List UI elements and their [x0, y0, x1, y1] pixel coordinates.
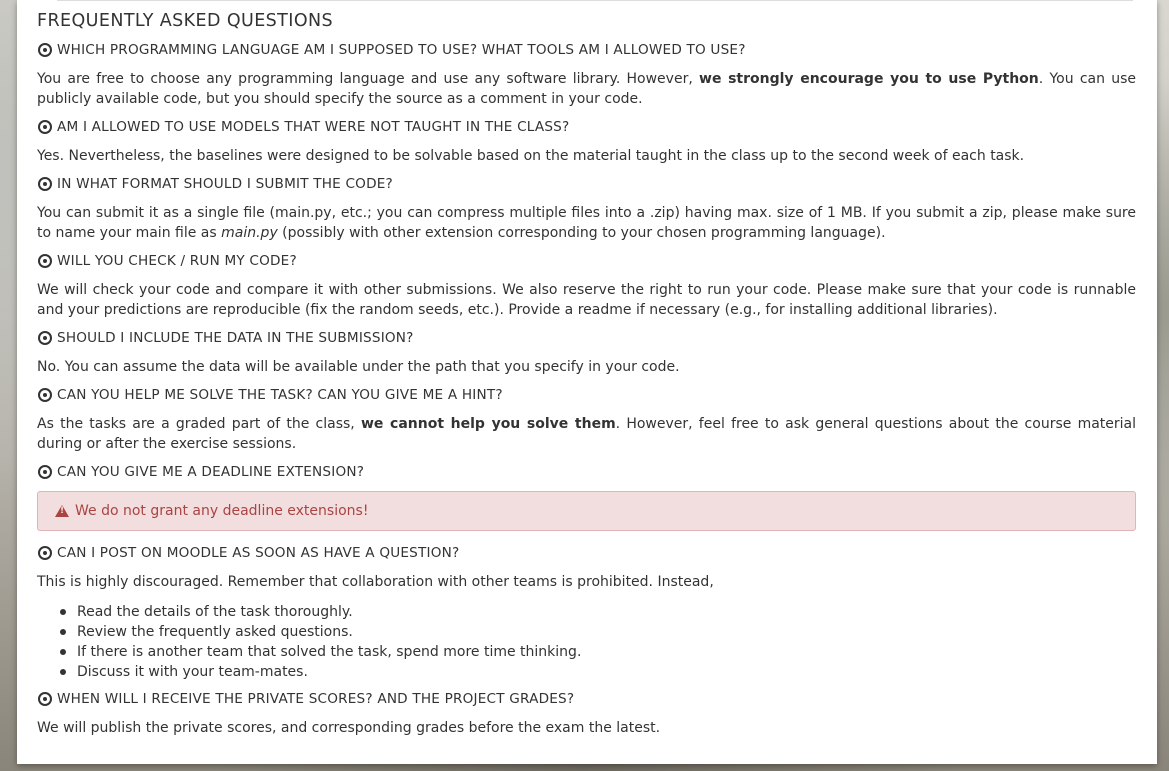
dot-circle-icon	[38, 177, 52, 191]
faq-answer-4: We will check your code and compare it w…	[37, 282, 1136, 318]
faq-question-7: CAN YOU GIVE ME A DEADLINE EXTENSION?	[37, 463, 1136, 491]
deadline-alert: We do not grant any deadline extensions!	[37, 491, 1136, 531]
faq-answer-8: This is highly discouraged. Remember tha…	[37, 574, 714, 590]
faq-answer-3: You can submit it as a single file (main…	[37, 205, 1136, 241]
faq-question-8: CAN I POST ON MOODLE AS SOON AS HAVE A Q…	[37, 544, 1136, 572]
dot-circle-icon	[38, 331, 52, 345]
faq-question-2: AM I ALLOWED TO USE MODELS THAT WERE NOT…	[37, 118, 1136, 146]
dot-circle-icon	[38, 692, 52, 706]
list-item: Read the details of the task thoroughly.	[60, 602, 1136, 622]
dot-circle-icon	[38, 388, 52, 402]
dot-circle-icon	[38, 43, 52, 57]
faq-question-9: WHEN WILL I RECEIVE THE PRIVATE SCORES? …	[37, 690, 1136, 718]
faq-question-5: SHOULD I INCLUDE THE DATA IN THE SUBMISS…	[37, 329, 1136, 357]
faq-answer-1: You are free to choose any programming l…	[37, 71, 1136, 107]
faq-question-6: CAN YOU HELP ME SOLVE THE TASK? CAN YOU …	[37, 386, 1136, 414]
page-title: FREQUENTLY ASKED QUESTIONS	[37, 11, 334, 31]
divider	[57, 0, 1133, 1]
faq-answer-9: We will publish the private scores, and …	[37, 720, 661, 736]
faq-question-1: WHICH PROGRAMMING LANGUAGE AM I SUPPOSED…	[37, 41, 1136, 69]
faq-question-4: WILL YOU CHECK / RUN MY CODE?	[37, 252, 1136, 280]
tips-list: Read the details of the task thoroughly.…	[37, 602, 1136, 682]
dot-circle-icon	[38, 120, 52, 134]
list-item: If there is another team that solved the…	[60, 642, 1136, 662]
list-item: Review the frequently asked questions.	[60, 622, 1136, 642]
faq-card: FREQUENTLY ASKED QUESTIONS WHICH PROGRAM…	[17, 0, 1157, 764]
faq-question-3: IN WHAT FORMAT SHOULD I SUBMIT THE CODE?	[37, 175, 1136, 203]
dot-circle-icon	[38, 465, 52, 479]
faq-answer-6: As the tasks are a graded part of the cl…	[37, 416, 1136, 452]
warning-triangle-icon	[55, 505, 69, 517]
faq-answer-2: Yes. Nevertheless, the baselines were de…	[37, 148, 1025, 164]
dot-circle-icon	[38, 254, 52, 268]
list-item: Discuss it with your team-mates.	[60, 662, 1136, 682]
faq-answer-5: No. You can assume the data will be avai…	[37, 359, 680, 375]
dot-circle-icon	[38, 546, 52, 560]
